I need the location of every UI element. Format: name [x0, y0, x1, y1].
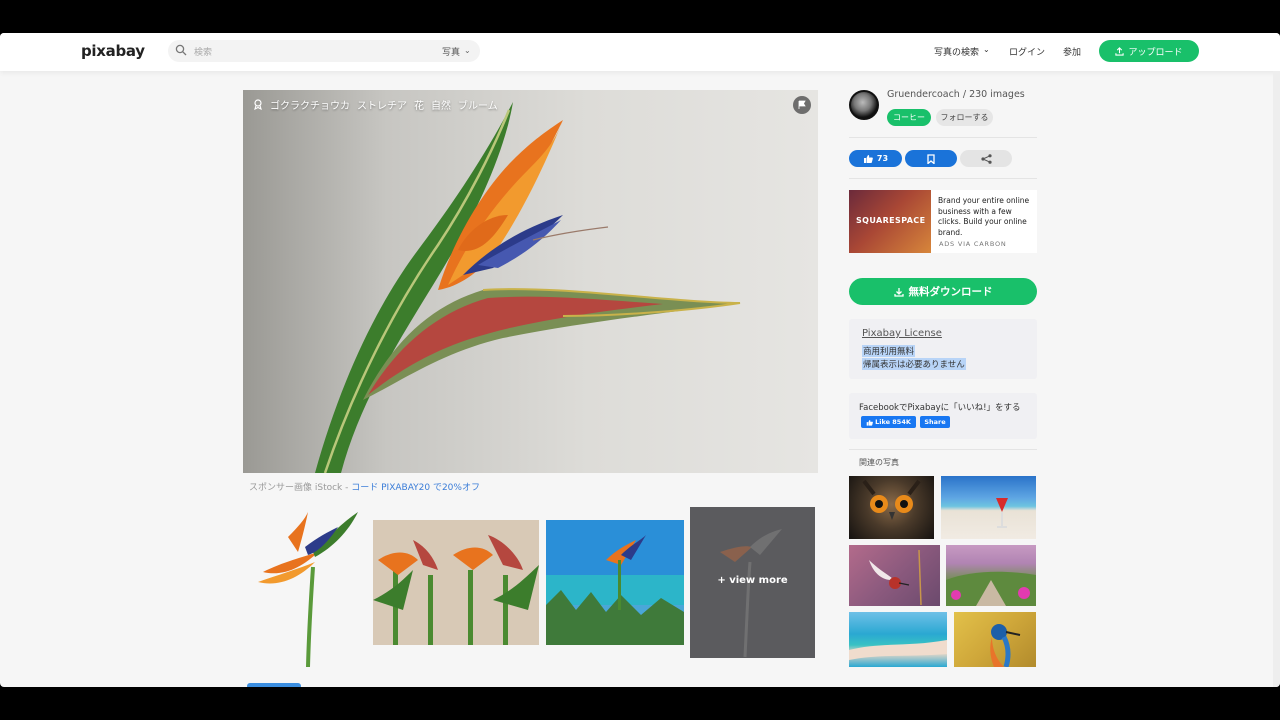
page-scrollbar[interactable]	[1273, 71, 1280, 687]
download-label: 無料ダウンロード	[908, 286, 993, 298]
ad-image[interactable]: SQUARESPACE	[849, 190, 931, 253]
upload-label: アップロード	[1128, 47, 1183, 58]
sponsored-thumbnail[interactable]	[373, 520, 539, 645]
sponsor-notice: スポンサー画像 iStock - コード PIXABAY20 で20%オフ	[249, 480, 480, 493]
top-navigation-bar: pixabay 検索 写真 ⌄ 写真の検索 ⌄ ログイン 参加 アップロード	[0, 33, 1280, 71]
related-photo[interactable]	[954, 612, 1036, 667]
divider	[849, 449, 1037, 450]
upload-icon	[1115, 46, 1125, 56]
search-icon	[175, 44, 187, 56]
chevron-down-icon: ⌄	[983, 45, 990, 54]
flag-icon	[798, 100, 806, 109]
coffee-button[interactable]: コーヒー	[887, 109, 931, 126]
beach-drink-photo	[996, 498, 1008, 528]
bookmark-icon	[927, 153, 935, 164]
partial-button[interactable]	[247, 683, 301, 687]
author-avatar[interactable]	[849, 90, 879, 120]
single-flower-image	[258, 512, 358, 667]
license-title[interactable]: Pixabay License	[862, 328, 942, 339]
facebook-share-button[interactable]: Share	[920, 416, 950, 428]
facebook-like-label: Like 854K	[875, 418, 911, 426]
divider	[849, 178, 1037, 179]
nav-login[interactable]: ログイン	[1009, 45, 1045, 58]
related-photo[interactable]	[849, 476, 934, 539]
owl-photo	[862, 479, 921, 520]
hummingbird-photo	[869, 549, 922, 606]
related-photo[interactable]	[849, 612, 947, 667]
ad-via-label[interactable]: ADS VIA CARBON	[939, 240, 1007, 248]
carbon-ad[interactable]: SQUARESPACE Brand your entire online bus…	[849, 190, 1037, 253]
sponsored-thumbnail[interactable]	[243, 507, 363, 667]
image-tag[interactable]: 花	[414, 97, 424, 112]
share-icon	[980, 153, 992, 164]
ad-brand: SQUARESPACE	[856, 216, 926, 225]
facebook-box: FacebookでPixabayに「いいね!」をする Like 854K Sha…	[849, 393, 1037, 439]
bookmark-button[interactable]	[905, 150, 957, 167]
report-flag-button[interactable]	[793, 96, 811, 114]
flower-field-photo	[946, 571, 1036, 606]
share-button[interactable]	[960, 150, 1012, 167]
thumbs-up-icon	[866, 419, 873, 426]
license-box: Pixabay License 商用利用無料 帰属表示は必要ありません	[849, 319, 1037, 379]
search-type-select[interactable]: 写真	[442, 45, 460, 58]
main-photo[interactable]: ゴクラクチョウカ ストレチア 花 自然 ブルーム	[243, 90, 818, 473]
author-name[interactable]: Gruendercoach / 230 images	[887, 89, 1025, 100]
facebook-text: FacebookでPixabayに「いいね!」をする	[859, 403, 1021, 413]
image-tag[interactable]: ストレチア	[357, 97, 407, 112]
download-icon	[893, 287, 904, 297]
sponsor-link[interactable]: コード PIXABAY20 で20%オフ	[351, 483, 480, 493]
related-photo[interactable]	[941, 476, 1036, 539]
related-photos-title: 関連の写真	[859, 458, 899, 467]
kingfisher-photo	[990, 624, 1021, 667]
ribbon-award-icon	[254, 99, 262, 110]
search-bar[interactable]: 検索 写真 ⌄	[168, 40, 480, 62]
flower-bunch-image	[373, 535, 539, 645]
image-tag[interactable]: ゴクラクチョウカ	[270, 97, 350, 112]
license-line-attribution: 帰属表示は必要ありません	[862, 358, 966, 370]
like-count: 73	[876, 154, 889, 163]
tropical-beach-photo	[849, 640, 947, 660]
related-photo[interactable]	[849, 545, 940, 606]
search-input[interactable]: 検索	[194, 45, 212, 58]
nav-join[interactable]: 参加	[1063, 45, 1081, 58]
image-tag[interactable]: 自然	[431, 97, 451, 112]
view-more-tile[interactable]: + view more	[690, 507, 815, 658]
flower-by-sea-image	[546, 520, 684, 645]
bird-of-paradise-flower-image	[315, 102, 741, 473]
like-button[interactable]: 73	[849, 150, 902, 167]
related-photo[interactable]	[946, 545, 1036, 606]
sponsor-prefix: スポンサー画像 iStock -	[249, 483, 352, 493]
nav-explore-photos[interactable]: 写真の検索	[934, 45, 979, 58]
image-tag[interactable]: ブルーム	[458, 97, 498, 112]
divider	[849, 137, 1037, 138]
pixabay-logo[interactable]: pixabay	[81, 42, 145, 60]
chevron-down-icon: ⌄	[464, 46, 471, 55]
ad-text[interactable]: Brand your entire online business with a…	[938, 196, 1034, 238]
image-tags: ゴクラクチョウカ ストレチア 花 自然 ブルーム	[253, 97, 498, 112]
upload-button[interactable]: アップロード	[1099, 40, 1199, 62]
sponsored-thumbnail[interactable]	[546, 520, 684, 645]
facebook-like-button[interactable]: Like 854K	[861, 416, 916, 428]
view-more-label: + view more	[717, 575, 788, 586]
follow-button[interactable]: フォローする	[936, 109, 993, 126]
license-line-commercial: 商用利用無料	[862, 345, 916, 357]
browser-viewport: pixabay 検索 写真 ⌄ 写真の検索 ⌄ ログイン 参加 アップロード ゴ…	[0, 33, 1280, 687]
thumbs-up-icon	[863, 155, 873, 163]
free-download-button[interactable]: 無料ダウンロード	[849, 278, 1037, 305]
